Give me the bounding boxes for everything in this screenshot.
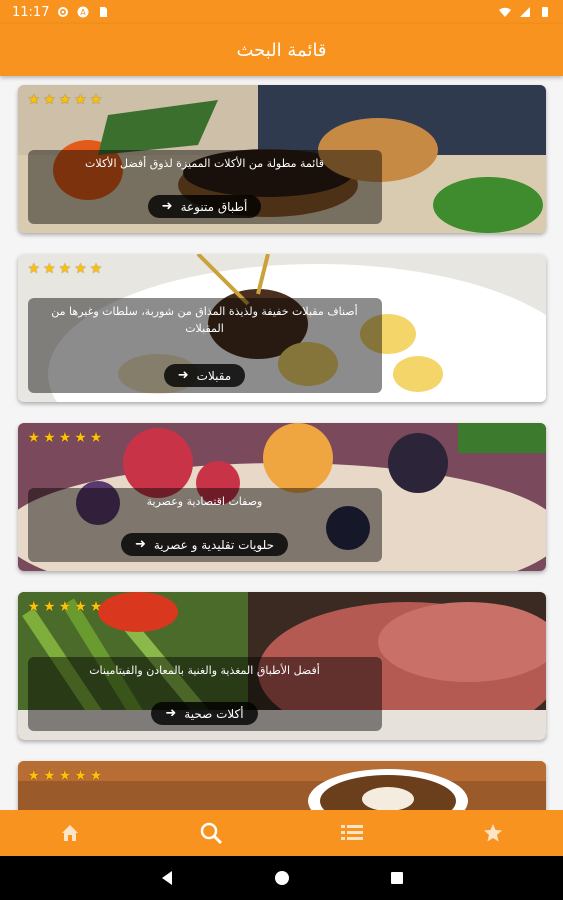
svg-text:A: A: [81, 8, 87, 17]
card-description: أصناف مقبلات خفيفة ولذيذة المذاق من شورب…: [51, 305, 358, 335]
nav-list[interactable]: [332, 813, 372, 853]
star-icon: ★: [43, 599, 56, 615]
recents-icon[interactable]: [390, 871, 404, 885]
card-overlay: أفضل الأطباق المغذية والغنية بالمعادن وا…: [27, 657, 382, 731]
card-overlay: أصناف مقبلات خفيفة ولذيذة المذاق من شورب…: [27, 298, 382, 393]
category-button-label: أطباق متنوعة: [180, 199, 248, 214]
search-icon: [200, 822, 223, 845]
star-icon: ★: [89, 768, 103, 784]
nav-favorites[interactable]: [473, 813, 513, 853]
bottom-navigation: [0, 810, 563, 856]
category-card-various[interactable]: ★ ★ ★ ★ ★ قائمة مطولة من الأكلات المميزة…: [17, 85, 546, 233]
card-overlay: وصفات اقتصادية وعصرية حلويات تقليدية و ع…: [27, 488, 382, 562]
card-description: وصفات اقتصادية وعصرية: [146, 495, 263, 508]
rating-stars: ★ ★ ★ ★ ★: [28, 769, 103, 783]
card-description: قائمة مطولة من الأكلات المميزة لذوق أفضل…: [85, 157, 324, 170]
category-list[interactable]: ★ ★ ★ ★ ★ قائمة مطولة من الأكلات المميزة…: [0, 76, 563, 810]
category-button[interactable]: مقبلات ➜: [163, 364, 246, 387]
star-icon: ★: [58, 768, 72, 784]
category-button-label: مقبلات: [196, 368, 232, 383]
notification-icon: A: [77, 6, 89, 18]
arrow-right-icon: ➜: [161, 199, 173, 214]
settings-icon: [58, 7, 69, 17]
arrow-right-icon: ➜: [177, 368, 189, 383]
nav-home[interactable]: [50, 813, 90, 853]
nav-search[interactable]: [191, 813, 231, 853]
star-icon: ★: [89, 92, 103, 108]
signal-icon: [520, 7, 530, 17]
star-icon: [483, 824, 502, 842]
star-icon: ★: [27, 92, 41, 108]
star-icon: ★: [27, 261, 41, 277]
category-button[interactable]: أطباق متنوعة ➜: [147, 195, 262, 218]
rating-stars: ★ ★ ★ ★ ★: [28, 431, 103, 445]
star-icon: ★: [89, 261, 103, 277]
system-navigation-bar: [0, 856, 563, 900]
app-bar: قائمة البحث: [0, 24, 563, 76]
list-icon: [340, 825, 363, 840]
home-icon: [62, 825, 79, 841]
star-icon: ★: [27, 599, 41, 615]
rating-stars: ★ ★ ★ ★ ★: [28, 262, 103, 276]
star-icon: ★: [27, 768, 41, 784]
page-title: قائمة البحث: [236, 39, 327, 61]
category-card-drinks[interactable]: ★ ★ ★ ★ ★: [17, 761, 546, 810]
star-icon: ★: [43, 430, 56, 446]
back-icon[interactable]: [160, 870, 174, 886]
category-button[interactable]: أكلات صحية ➜: [151, 702, 258, 725]
star-icon: ★: [74, 92, 87, 108]
category-button-label: حلويات تقليدية و عصرية: [153, 537, 275, 552]
star-icon: ★: [43, 261, 56, 277]
card-overlay: قائمة مطولة من الأكلات المميزة لذوق أفضل…: [27, 150, 382, 224]
star-icon: ★: [89, 599, 103, 615]
category-card-desserts[interactable]: ★ ★ ★ ★ ★ وصفات اقتصادية وعصرية حلويات ت…: [17, 423, 546, 571]
card-description: أفضل الأطباق المغذية والغنية بالمعادن وا…: [89, 664, 320, 677]
star-icon: ★: [58, 430, 72, 446]
battery-icon: [542, 7, 548, 17]
star-icon: ★: [74, 261, 87, 277]
status-bar: 11:17 A: [0, 0, 563, 24]
category-button[interactable]: حلويات تقليدية و عصرية ➜: [120, 533, 289, 556]
sd-card-icon: [100, 7, 108, 17]
star-icon: ★: [74, 430, 87, 446]
star-icon: ★: [74, 599, 87, 615]
home-button-icon[interactable]: [274, 870, 290, 886]
star-icon: ★: [58, 599, 72, 615]
arrow-right-icon: ➜: [165, 706, 177, 721]
star-icon: ★: [89, 430, 103, 446]
rating-stars: ★ ★ ★ ★ ★: [28, 600, 103, 614]
arrow-right-icon: ➜: [134, 537, 146, 552]
star-icon: ★: [74, 768, 87, 784]
status-time: 11:17: [12, 4, 50, 20]
category-card-healthy[interactable]: ★ ★ ★ ★ ★ أفضل الأطباق المغذية والغنية ب…: [17, 592, 546, 740]
star-icon: ★: [43, 768, 56, 784]
wifi-icon: [499, 7, 511, 17]
star-icon: ★: [58, 261, 72, 277]
category-button-label: أكلات صحية: [184, 706, 244, 721]
star-icon: ★: [43, 92, 56, 108]
star-icon: ★: [27, 430, 41, 446]
star-icon: ★: [58, 92, 72, 108]
category-card-appetizers[interactable]: ★ ★ ★ ★ ★ أصناف مقبلات خفيفة ولذيذة المذ…: [17, 254, 546, 402]
rating-stars: ★ ★ ★ ★ ★: [28, 93, 103, 107]
